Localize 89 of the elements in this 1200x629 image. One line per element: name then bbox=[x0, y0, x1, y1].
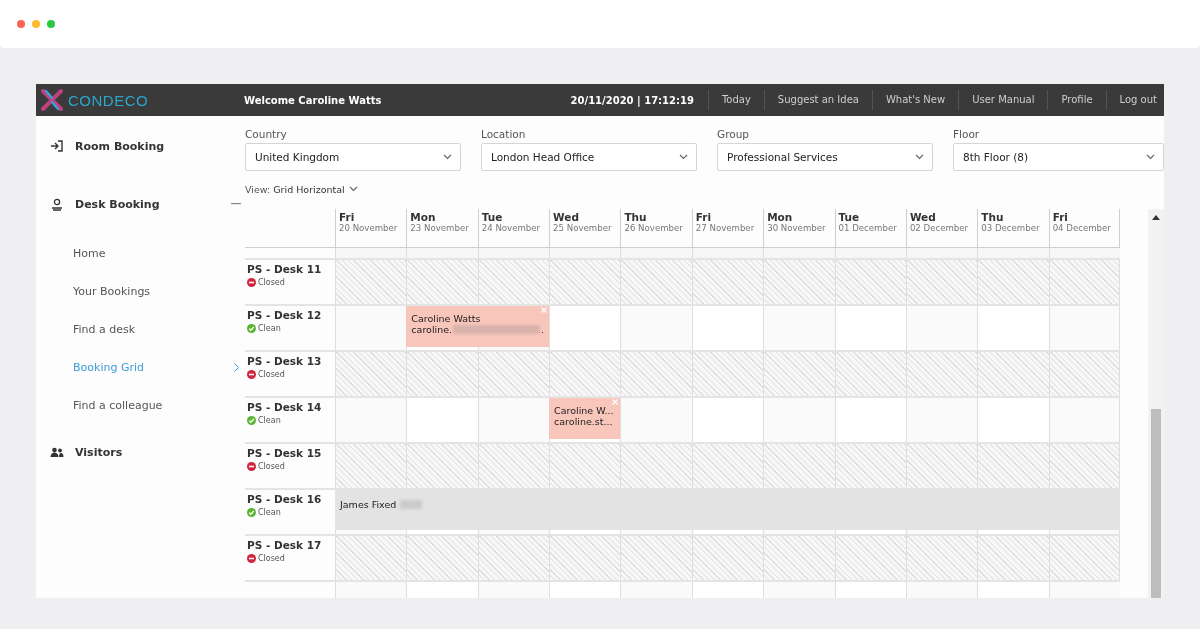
booking-text: Caroline Watts bbox=[411, 313, 481, 324]
booking-text: caroline. bbox=[411, 324, 453, 335]
filter-label: Country bbox=[245, 128, 288, 140]
close-window-dot[interactable] bbox=[17, 20, 25, 28]
brand-name: CONDECO bbox=[68, 91, 149, 109]
desk-status: Clean bbox=[258, 508, 281, 517]
dropdown[interactable]: United Kingdom bbox=[245, 143, 461, 171]
dropdown[interactable]: London Head Office bbox=[481, 143, 697, 171]
chevron-down-icon bbox=[1146, 154, 1155, 160]
close-icon[interactable] bbox=[541, 307, 548, 313]
minimize-window-dot[interactable] bbox=[32, 20, 40, 28]
close-icon[interactable] bbox=[612, 399, 619, 405]
day-name: Wed bbox=[909, 211, 937, 223]
desk-status: Closed bbox=[258, 278, 285, 287]
desk-status: Closed bbox=[258, 370, 285, 379]
desk-name: PS - Desk 12 bbox=[247, 309, 323, 321]
nav-link[interactable]: What's New bbox=[871, 90, 959, 110]
desk-status: Closed bbox=[258, 554, 285, 563]
view-dropdown[interactable]: Grid Horizontal bbox=[273, 183, 358, 195]
booking-text: James Fixed bbox=[340, 499, 397, 510]
sidebar-subitem[interactable]: Your Bookings bbox=[36, 272, 245, 310]
day-name: Tue bbox=[838, 211, 861, 223]
sidebar-subitem[interactable]: Home bbox=[36, 234, 245, 272]
day-date: 01 December bbox=[838, 223, 898, 233]
view-label: View: bbox=[245, 183, 271, 195]
scroll-thumb[interactable] bbox=[1151, 409, 1161, 598]
chevron-down-icon bbox=[679, 154, 688, 160]
day-name: Thu bbox=[981, 211, 1005, 223]
day-date: 03 December bbox=[981, 223, 1041, 233]
day-name: Mon bbox=[767, 211, 794, 223]
people-icon bbox=[49, 446, 64, 458]
day-name: Fri bbox=[695, 211, 713, 223]
sidebar-subitem[interactable]: Find a colleague bbox=[36, 386, 245, 424]
desk-name: PS - Desk 14 bbox=[247, 401, 323, 413]
chevron-down-icon bbox=[443, 154, 452, 160]
desk-name: PS - Desk 15 bbox=[247, 447, 323, 459]
booking-text: . bbox=[541, 324, 545, 335]
day-date: 23 November bbox=[410, 223, 470, 233]
dropdown[interactable]: Professional Services bbox=[717, 143, 933, 171]
day-date: 20 November bbox=[339, 223, 399, 233]
sidebar-item[interactable]: Desk Booking bbox=[36, 185, 245, 223]
booking-text: caroline.st... bbox=[554, 416, 613, 427]
sidebar-item[interactable]: Visitors bbox=[36, 433, 245, 471]
desk-name: PS - Desk 17 bbox=[247, 539, 323, 551]
day-name: Fri bbox=[1052, 211, 1069, 223]
desk-status: Closed bbox=[258, 462, 285, 471]
booking-text: Caroline W... bbox=[554, 405, 614, 416]
desk-name: PS - Desk 13 bbox=[247, 355, 323, 367]
chevron-down-icon bbox=[915, 154, 924, 160]
filter-label: Location bbox=[481, 128, 527, 140]
desk-status: Clean bbox=[258, 416, 281, 425]
day-date: 26 November bbox=[624, 223, 684, 233]
day-date: 24 November bbox=[481, 223, 542, 233]
booking-block[interactable]: James Fixed bbox=[335, 490, 1120, 530]
filter-label: Floor bbox=[953, 128, 981, 140]
desk-name: PS - Desk 16 bbox=[247, 493, 323, 505]
day-date: 25 November bbox=[553, 223, 613, 233]
booking-block[interactable]: Caroline W... caroline.st... bbox=[549, 398, 621, 439]
booking-block[interactable]: Caroline Watts caroline. . bbox=[406, 306, 550, 347]
date-time: 20/11/2020 | 17:12:19 bbox=[570, 94, 695, 106]
day-date: 04 December bbox=[1052, 223, 1112, 233]
sidebar-subitem[interactable]: Find a desk bbox=[36, 310, 245, 348]
day-name: Wed bbox=[553, 211, 580, 223]
welcome-text: Welcome Caroline Watts bbox=[244, 94, 383, 106]
scroll-up-icon[interactable] bbox=[1152, 215, 1160, 220]
nav-link[interactable]: Log out bbox=[1105, 90, 1164, 110]
day-name: Tue bbox=[481, 211, 504, 223]
day-date: 27 November bbox=[695, 223, 756, 233]
nav-link[interactable]: Today bbox=[707, 90, 764, 110]
sidebar-item[interactable]: Room Booking bbox=[36, 127, 245, 165]
nav-link[interactable]: Profile bbox=[1047, 90, 1106, 110]
day-date: 30 November bbox=[767, 223, 827, 233]
nav-link[interactable]: Suggest an Idea bbox=[763, 90, 872, 110]
day-date: 02 December bbox=[909, 223, 970, 233]
maximize-window-dot[interactable] bbox=[47, 20, 55, 28]
filter-label: Group bbox=[717, 128, 750, 140]
logo-icon bbox=[40, 88, 64, 112]
person-pin-icon bbox=[50, 197, 63, 211]
scrollbar[interactable] bbox=[1148, 209, 1164, 598]
chevron-down-icon bbox=[348, 186, 358, 192]
day-name: Thu bbox=[624, 211, 648, 223]
desk-name: PS - Desk 11 bbox=[247, 263, 323, 275]
chevron-right-icon bbox=[234, 362, 239, 372]
dropdown[interactable]: 8th Floor (8) bbox=[953, 143, 1164, 171]
day-name: Fri bbox=[339, 211, 356, 223]
day-name: Mon bbox=[410, 211, 437, 223]
door-icon bbox=[49, 140, 64, 152]
desk-status: Clean bbox=[258, 324, 281, 333]
nav-link[interactable]: User Manual bbox=[958, 90, 1048, 110]
